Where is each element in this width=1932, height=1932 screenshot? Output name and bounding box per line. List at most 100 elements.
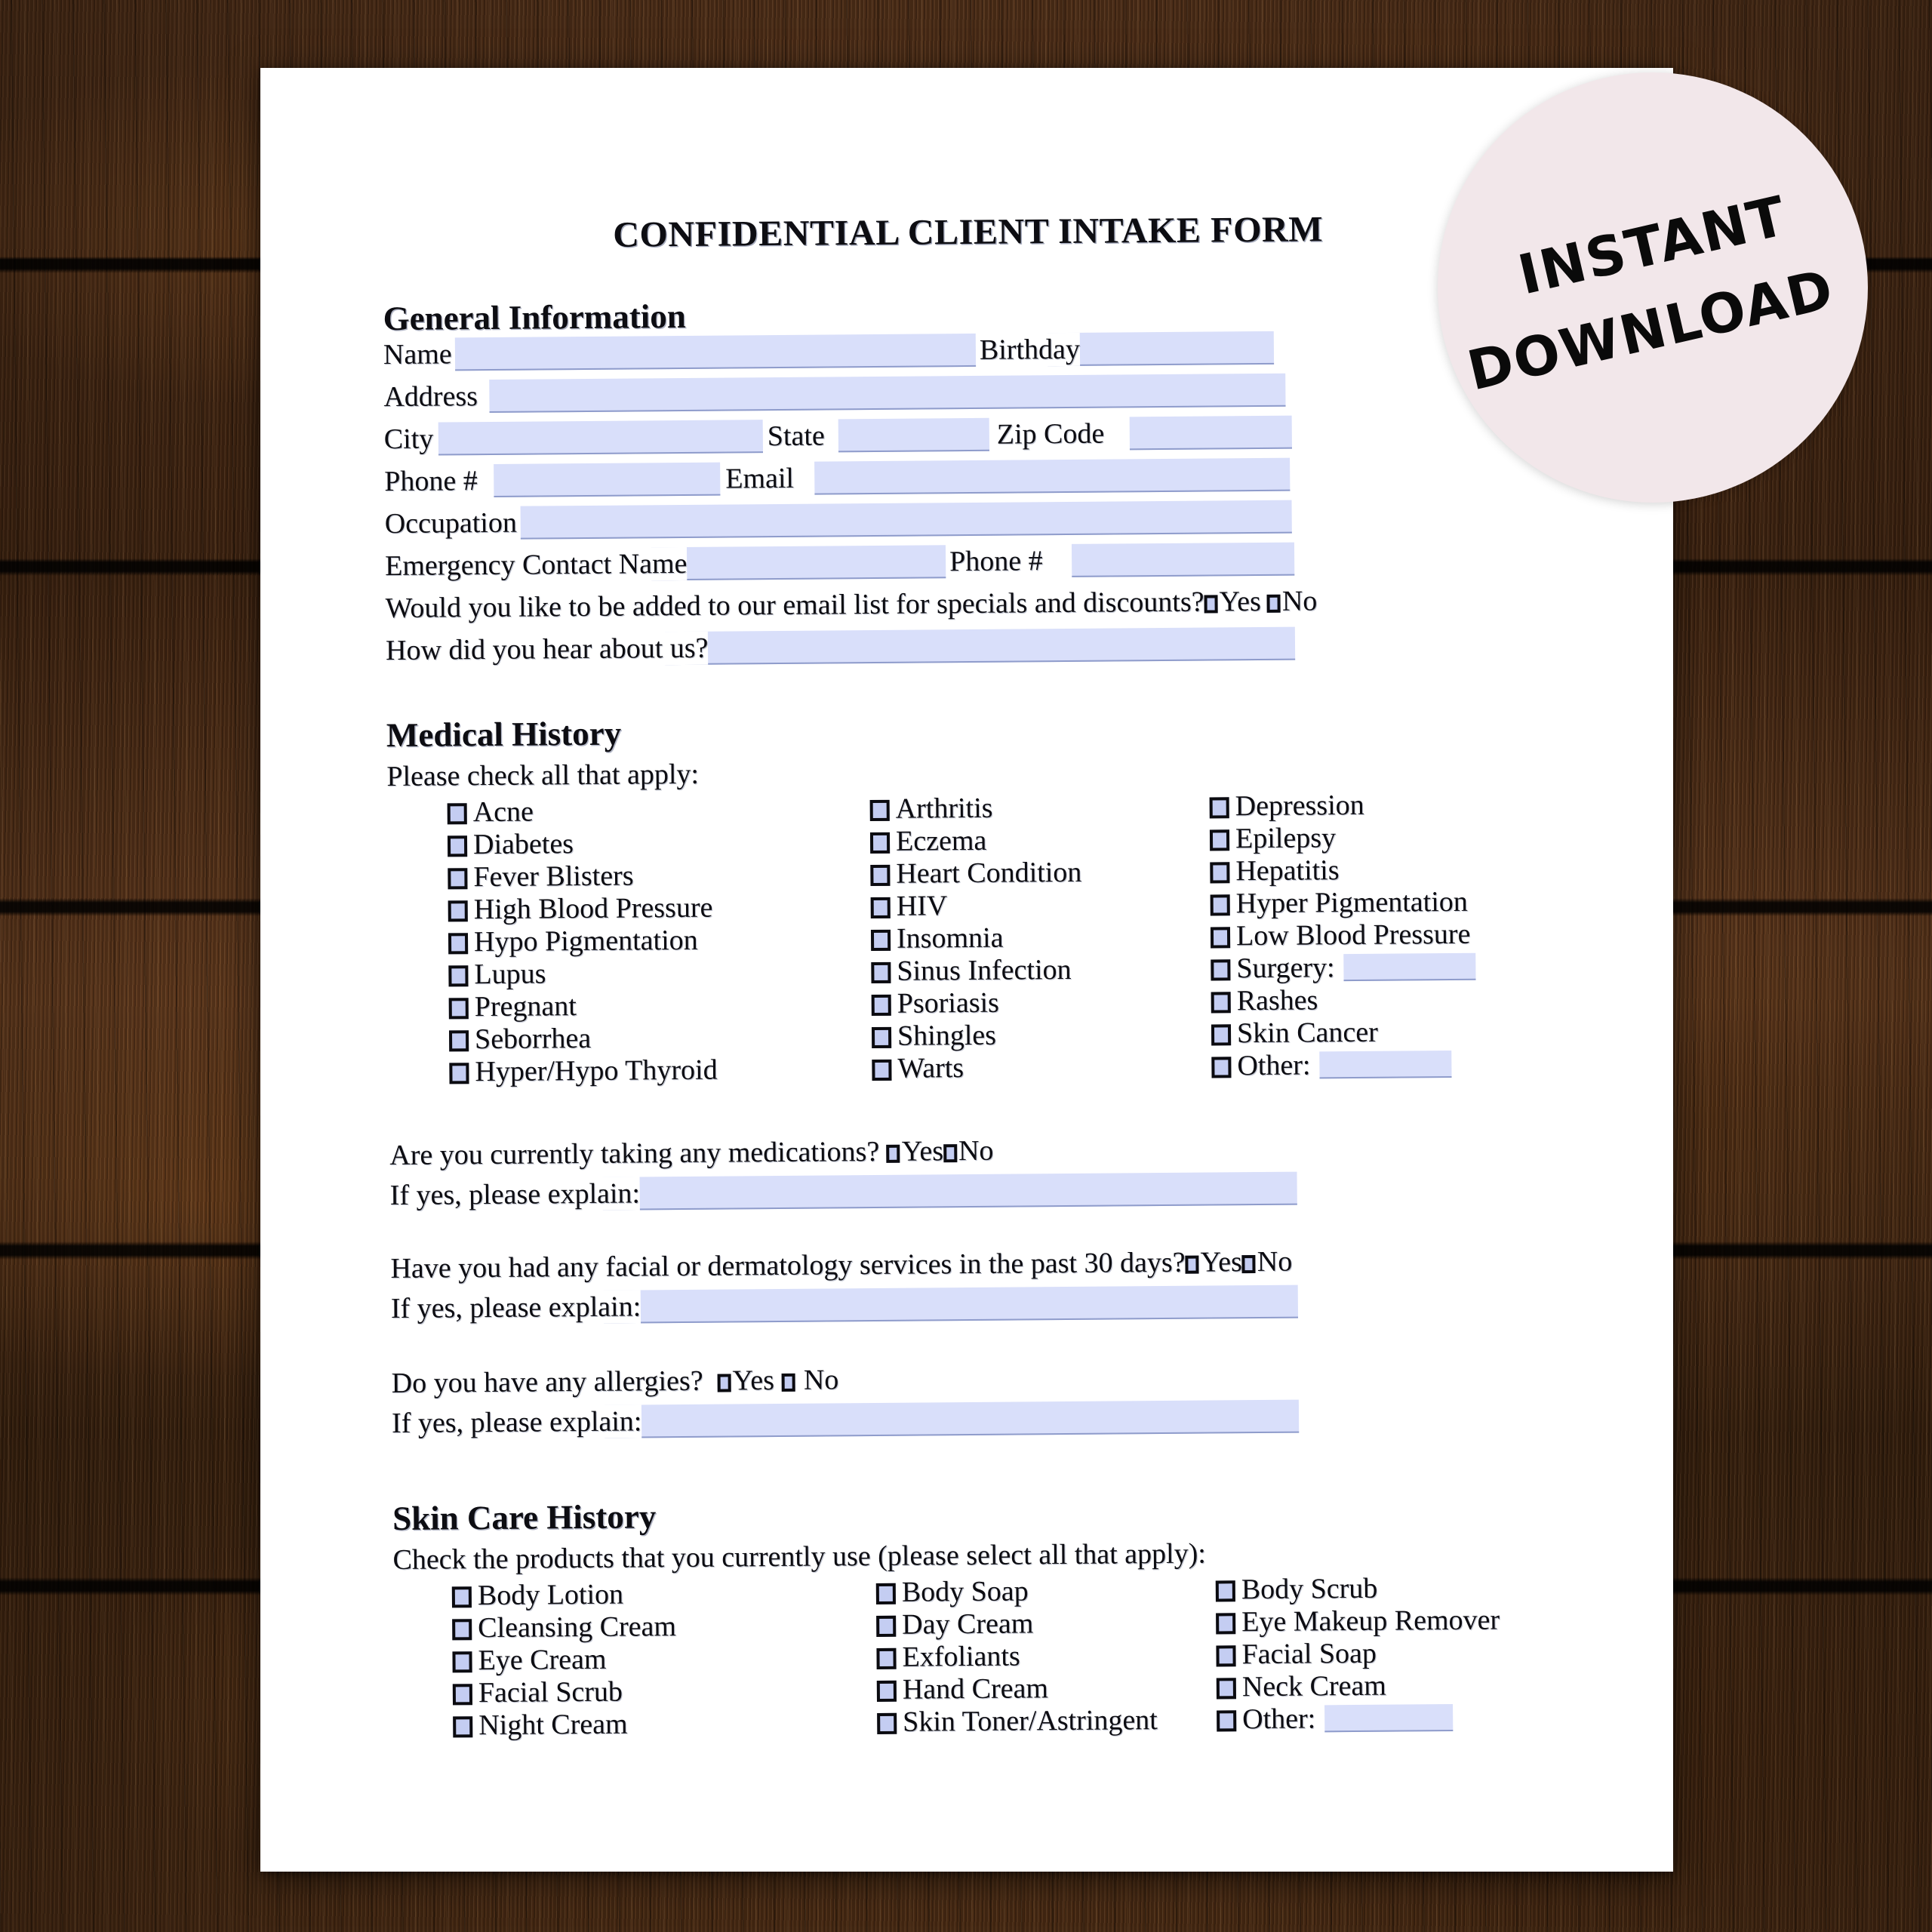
checkbox-icon[interactable] — [876, 1680, 897, 1703]
skin-care-item[interactable]: Night Cream — [453, 1707, 770, 1742]
dermatology-no-checkbox[interactable] — [1241, 1255, 1256, 1274]
checkbox-icon[interactable] — [870, 929, 891, 952]
checkbox-icon[interactable] — [447, 803, 467, 825]
checkbox-icon[interactable] — [1210, 927, 1231, 949]
medical-history-item[interactable]: Eczema — [869, 823, 1187, 858]
zip-input[interactable] — [1129, 415, 1292, 451]
how-heard-input[interactable] — [664, 626, 1296, 666]
city-input[interactable] — [438, 420, 763, 456]
skin-care-item[interactable]: Body Lotion — [451, 1577, 769, 1612]
checkbox-icon[interactable] — [1211, 1057, 1232, 1078]
checkbox-icon[interactable] — [448, 965, 469, 987]
medical-history-item[interactable]: Psoriasis — [871, 986, 1189, 1020]
name-input[interactable] — [454, 333, 977, 371]
checkbox-icon[interactable] — [871, 994, 891, 1017]
checkbox-icon[interactable] — [1216, 1678, 1236, 1700]
skin-care-item[interactable]: Eye Makeup Remover — [1216, 1604, 1593, 1639]
skin-care-item[interactable]: Skin Toner/Astringent — [877, 1704, 1201, 1739]
checkbox-icon[interactable] — [452, 1651, 472, 1673]
medication-explain-input[interactable] — [602, 1171, 1297, 1211]
medical-history-item[interactable]: Lupus — [448, 956, 765, 991]
medical-history-item[interactable]: HIV — [870, 888, 1188, 923]
checkbox-icon[interactable] — [448, 998, 469, 1020]
checkbox-icon[interactable] — [448, 1030, 469, 1052]
medical-history-item[interactable]: Depression — [1209, 788, 1572, 823]
dermatology-explain-input[interactable] — [603, 1284, 1299, 1324]
allergies-explain-input[interactable] — [604, 1399, 1300, 1438]
checkbox-icon[interactable] — [870, 864, 891, 887]
skin-care-item[interactable]: Body Soap — [875, 1574, 1201, 1609]
email-input[interactable] — [814, 457, 1291, 495]
allergies-no-checkbox[interactable] — [781, 1373, 795, 1392]
medical-history-item[interactable]: Rashes — [1211, 983, 1574, 1018]
medical-history-item[interactable]: Low Blood Pressure — [1210, 918, 1573, 953]
checkbox-icon[interactable] — [876, 1647, 897, 1670]
checkbox-icon[interactable] — [1211, 1024, 1232, 1046]
checkbox-icon[interactable] — [1217, 1710, 1237, 1732]
state-input[interactable] — [838, 417, 989, 453]
checkbox-icon[interactable] — [877, 1712, 897, 1734]
medical-history-item[interactable]: Acne — [447, 794, 764, 829]
medical-history-item[interactable]: Hepatitis — [1210, 853, 1572, 888]
medical-history-item[interactable]: Skin Cancer — [1211, 1015, 1574, 1051]
skin-care-item[interactable]: Neck Cream — [1216, 1669, 1594, 1704]
skin-care-item[interactable]: Exfoliants — [876, 1639, 1201, 1674]
checkbox-icon[interactable] — [871, 961, 891, 984]
medical-history-item-text-input[interactable] — [1319, 1050, 1452, 1079]
email-list-no-checkbox[interactable] — [1266, 594, 1281, 613]
checkbox-icon[interactable] — [451, 1586, 472, 1608]
checkbox-icon[interactable] — [869, 832, 891, 854]
medical-history-item[interactable]: Sinus Infection — [871, 953, 1188, 988]
medication-yes-checkbox[interactable] — [886, 1144, 900, 1163]
checkbox-icon[interactable] — [448, 933, 469, 955]
checkbox-icon[interactable] — [447, 835, 468, 857]
medical-history-item-text-input[interactable] — [1343, 952, 1476, 982]
medical-history-item[interactable]: Other: — [1211, 1048, 1574, 1083]
medication-no-checkbox[interactable] — [943, 1144, 958, 1163]
medical-history-item[interactable]: Surgery: — [1211, 950, 1573, 986]
checkbox-icon[interactable] — [869, 799, 890, 822]
skin-care-item[interactable]: Body Scrub — [1215, 1571, 1593, 1607]
medical-history-item[interactable]: Warts — [872, 1051, 1189, 1085]
checkbox-icon[interactable] — [871, 1026, 892, 1049]
phone-input[interactable] — [494, 462, 721, 497]
checkbox-icon[interactable] — [452, 1684, 473, 1706]
checkbox-icon[interactable] — [448, 868, 468, 890]
birthday-input[interactable] — [1047, 331, 1275, 367]
checkbox-icon[interactable] — [448, 900, 468, 922]
skin-care-item-text-input[interactable] — [1324, 1704, 1454, 1733]
medical-history-item[interactable]: Fever Blisters — [448, 859, 764, 894]
medical-history-item[interactable]: Heart Condition — [870, 856, 1187, 891]
medical-history-item[interactable]: Shingles — [871, 1018, 1189, 1053]
email-list-yes-checkbox[interactable] — [1204, 595, 1218, 614]
checkbox-icon[interactable] — [875, 1583, 896, 1605]
skin-care-item[interactable]: Other: — [1217, 1701, 1594, 1737]
allergies-yes-checkbox[interactable] — [717, 1374, 731, 1392]
occupation-input[interactable] — [520, 500, 1292, 540]
address-input[interactable] — [489, 373, 1286, 413]
skin-care-item[interactable]: Hand Cream — [876, 1672, 1201, 1706]
checkbox-icon[interactable] — [870, 897, 891, 919]
checkbox-icon[interactable] — [1209, 829, 1230, 851]
skin-care-item[interactable]: Eye Cream — [452, 1642, 769, 1677]
skin-care-item[interactable]: Day Cream — [876, 1607, 1201, 1641]
checkbox-icon[interactable] — [1211, 992, 1231, 1014]
checkbox-icon[interactable] — [1211, 959, 1231, 981]
checkbox-icon[interactable] — [1210, 894, 1230, 916]
medical-history-item[interactable]: Hyper Pigmentation — [1210, 885, 1573, 921]
checkbox-icon[interactable] — [1209, 797, 1229, 819]
medical-history-item[interactable]: Insomnia — [870, 921, 1188, 955]
medical-history-item[interactable]: Hyper/Hypo Thyroid — [449, 1054, 766, 1088]
checkbox-icon[interactable] — [1210, 862, 1230, 884]
checkbox-icon[interactable] — [1216, 1613, 1236, 1635]
checkbox-icon[interactable] — [1215, 1580, 1235, 1602]
checkbox-icon[interactable] — [453, 1716, 473, 1738]
medical-history-item[interactable]: High Blood Pressure — [448, 891, 765, 926]
checkbox-icon[interactable] — [876, 1615, 897, 1638]
checkbox-icon[interactable] — [1216, 1645, 1236, 1667]
medical-history-item[interactable]: Arthritis — [869, 791, 1187, 826]
medical-history-item[interactable]: Hypo Pigmentation — [448, 924, 765, 958]
medical-history-item[interactable]: Pregnant — [448, 989, 766, 1023]
skin-care-item[interactable]: Cleansing Cream — [452, 1610, 769, 1644]
medical-history-item[interactable]: Diabetes — [447, 826, 764, 861]
